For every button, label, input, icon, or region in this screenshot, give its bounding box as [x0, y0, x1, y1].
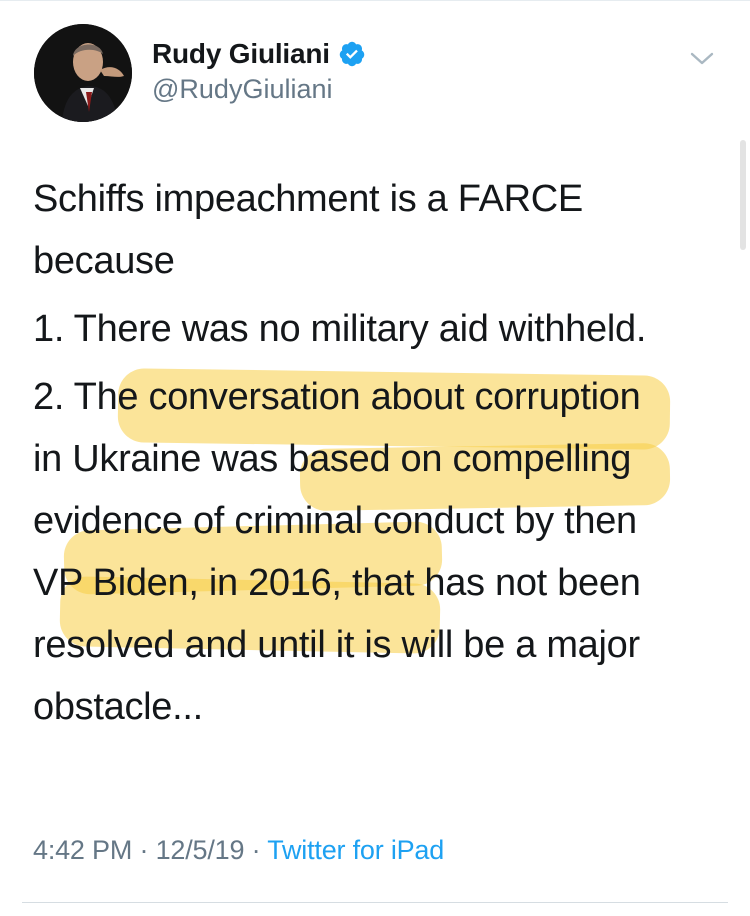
display-name[interactable]: Rudy Giuliani [152, 38, 330, 70]
tweet-line: obstacle... [33, 686, 203, 728]
tweet-header: Rudy Giuliani @RudyGiuliani [34, 24, 724, 134]
tweet-screenshot: Rudy Giuliani @RudyGiuliani Schiffs impe… [0, 0, 750, 916]
tweet-date[interactable]: 12/5/19 [156, 835, 245, 865]
bottom-divider [22, 902, 728, 903]
meta-separator: · [251, 835, 261, 865]
meta-separator: · [139, 835, 149, 865]
tweet-line: evidence of criminal conduct by then [33, 500, 637, 542]
tweet-source-link[interactable]: Twitter for iPad [267, 835, 444, 865]
tweet-metadata: 4:42 PM · 12/5/19 · Twitter for iPad [33, 835, 444, 866]
tweet-line: Schiffs impeachment is a FARCE [33, 178, 583, 220]
top-divider [0, 0, 750, 1]
tweet-line: because [33, 240, 175, 282]
user-handle[interactable]: @RudyGiuliani [152, 74, 366, 105]
tweet-text: Schiffs impeachment is a FARCE because 1… [33, 168, 733, 738]
tweet-time[interactable]: 4:42 PM [33, 835, 132, 865]
tweet-line: 1. There was no military aid withheld. [33, 308, 647, 350]
tweet-paragraph: 1. There was no military aid withheld. [33, 298, 733, 360]
profile-photo-icon [34, 24, 132, 122]
avatar[interactable] [34, 24, 132, 122]
verified-badge-icon [338, 40, 366, 68]
tweet-line: in Ukraine was based on compelling [33, 438, 632, 480]
tweet-line: 2. The conversation about corruption [33, 376, 641, 418]
author-names: Rudy Giuliani @RudyGiuliani [152, 38, 366, 105]
tweet-paragraph: 2. The conversation about corruption in … [33, 366, 733, 738]
tweet-line: VP Biden, in 2016, that has not been [33, 562, 641, 604]
chevron-down-icon[interactable] [688, 48, 716, 68]
tweet-paragraph: Schiffs impeachment is a FARCE because [33, 168, 733, 292]
display-name-row: Rudy Giuliani [152, 38, 366, 70]
scrollbar[interactable] [740, 140, 746, 250]
tweet-line: resolved and until it is will be a major [33, 624, 640, 666]
